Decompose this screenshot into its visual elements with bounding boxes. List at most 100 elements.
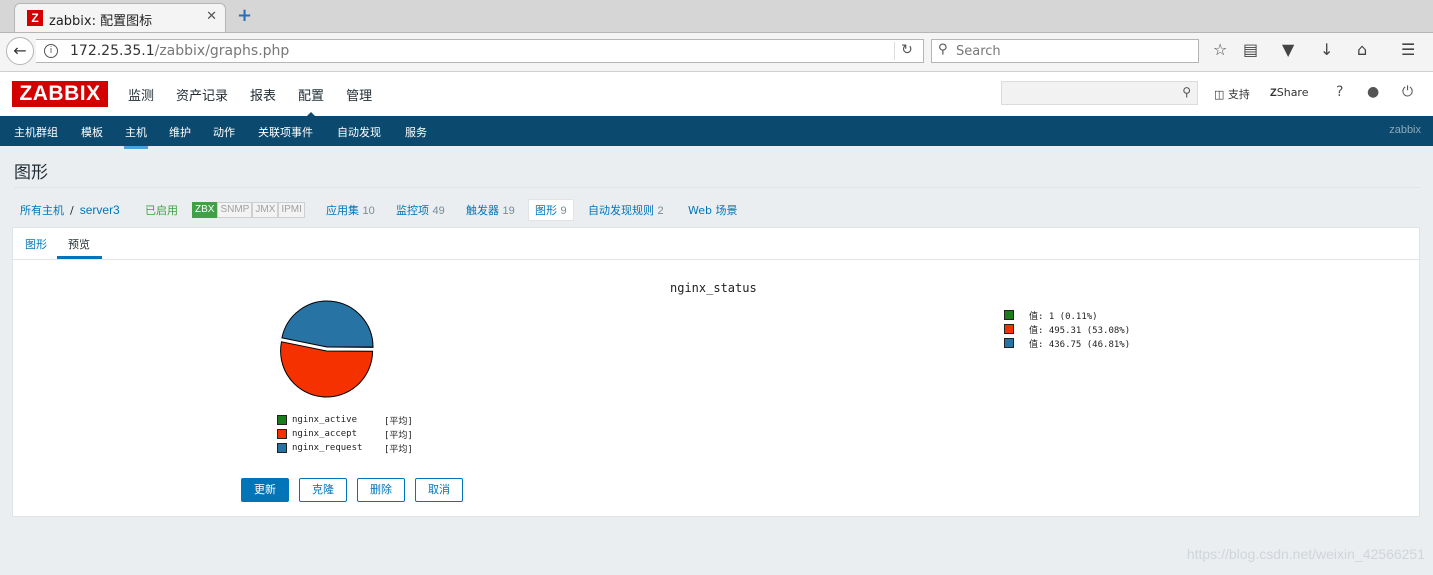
title-divider xyxy=(14,187,1420,188)
url-host: 172.25.35.1 xyxy=(70,43,155,59)
subnav-templates[interactable]: 模板 xyxy=(81,124,103,140)
subnav-host-groups[interactable]: 主机群组 xyxy=(14,124,58,140)
tab-preview[interactable]: 预览 xyxy=(68,236,90,252)
value-text: 值: 1 (0.11%) xyxy=(1029,311,1098,322)
availability-snmp: SNMP xyxy=(217,202,253,218)
tab-title: zabbix: 配置图标 xyxy=(49,14,153,29)
url-path: /zabbix/graphs.php xyxy=(154,43,290,59)
tab-graph[interactable]: 图形 xyxy=(25,236,47,252)
breadcrumb: 所有主机 / server3 xyxy=(20,202,120,218)
subnav-maintenance[interactable]: 维护 xyxy=(169,124,191,140)
clone-button[interactable]: 克隆 xyxy=(299,478,347,502)
share-label: Share xyxy=(1276,86,1309,99)
legend-swatch-request xyxy=(277,443,287,453)
pocket-icon[interactable]: ▼ xyxy=(1282,40,1294,59)
browser-search-input[interactable]: ⚲ Search xyxy=(931,39,1199,63)
link-count: 2 xyxy=(657,205,664,217)
legend-name: nginx_request xyxy=(292,443,363,453)
active-tab-indicator xyxy=(57,256,102,259)
value-swatch-accept xyxy=(1004,324,1014,334)
cancel-button[interactable]: 取消 xyxy=(415,478,463,502)
link-count: 9 xyxy=(560,205,567,217)
menu-monitoring[interactable]: 监测 xyxy=(128,85,154,104)
legend-item: nginx_accept [平均] xyxy=(277,427,413,441)
availability-ipmi: IPMI xyxy=(278,202,305,218)
breadcrumb-all-hosts[interactable]: 所有主机 xyxy=(20,204,64,217)
link-label: 触发器 xyxy=(466,204,499,217)
form-buttons: 更新 克隆 删除 取消 xyxy=(241,478,473,502)
value-item: 值: 495.31 (53.08%) xyxy=(1004,322,1130,336)
bookmark-star-icon[interactable]: ☆ xyxy=(1213,40,1227,59)
breadcrumb-host[interactable]: server3 xyxy=(80,203,120,217)
sub-navigation: 主机群组 模板 主机 维护 动作 关联项事件 自动发现 服务 zabbix xyxy=(0,116,1433,149)
pie-slice-nginx-request xyxy=(281,300,374,348)
browser-nav-bar: ← i 172.25.35.1/zabbix/graphs.php ↻ ⚲ Se… xyxy=(0,33,1433,72)
subnav-actions[interactable]: 动作 xyxy=(213,124,235,140)
legend-swatch-active xyxy=(277,415,287,425)
menu-reports[interactable]: 报表 xyxy=(250,85,276,104)
user-profile-icon[interactable]: ● xyxy=(1367,84,1379,100)
value-legend: 值: 1 (0.11%) 值: 495.31 (53.08%) 值: 436.7… xyxy=(1004,308,1130,350)
link-label: Web 场景 xyxy=(688,204,738,217)
legend-agg: [平均] xyxy=(384,444,413,455)
menu-configuration[interactable]: 配置 xyxy=(298,85,324,118)
link-graphs[interactable]: 图形 9 xyxy=(528,199,574,221)
link-label: 监控项 xyxy=(396,204,429,217)
download-icon[interactable]: ↓ xyxy=(1320,40,1333,59)
help-icon[interactable]: ? xyxy=(1336,84,1343,100)
pie-slice-nginx-accept xyxy=(280,341,374,398)
update-button[interactable]: 更新 xyxy=(241,478,289,502)
link-applications[interactable]: 应用集 10 xyxy=(326,202,375,218)
chart-title: nginx_status xyxy=(670,281,757,295)
value-swatch-active xyxy=(1004,310,1014,320)
zabbix-logo[interactable]: ZABBIX xyxy=(12,81,108,107)
value-text: 值: 495.31 (53.08%) xyxy=(1029,325,1131,336)
menu-inventory[interactable]: 资产记录 xyxy=(176,85,228,104)
zabbix-header: ZABBIX 监测 资产记录 报表 配置 管理 ⚲ ◫ 支持 ZShare ? … xyxy=(0,72,1433,118)
link-label: 应用集 xyxy=(326,204,359,217)
value-swatch-request xyxy=(1004,338,1014,348)
url-text[interactable]: 172.25.35.1/zabbix/graphs.php xyxy=(70,43,289,59)
availability-zbx: ZBX xyxy=(192,202,218,218)
search-icon: ⚲ xyxy=(938,42,948,57)
legend-agg: [平均] xyxy=(384,416,413,427)
global-search-input[interactable]: ⚲ xyxy=(1001,81,1198,105)
link-web-scenarios[interactable]: Web 场景 xyxy=(688,202,737,218)
subnav-hosts[interactable]: 主机 xyxy=(124,124,148,149)
info-icon[interactable]: i xyxy=(44,44,58,58)
link-items[interactable]: 监控项 49 xyxy=(396,202,445,218)
search-placeholder: Search xyxy=(956,44,1001,59)
close-tab-icon[interactable]: ✕ xyxy=(206,9,217,24)
subnav-discovery[interactable]: 自动发现 xyxy=(337,124,381,140)
support-link[interactable]: ◫ 支持 xyxy=(1214,86,1250,102)
search-icon[interactable]: ⚲ xyxy=(1182,85,1191,99)
browser-tab-bar: Z zabbix: 配置图标 ✕ + xyxy=(0,0,1433,33)
menu-administration[interactable]: 管理 xyxy=(346,85,372,104)
url-bar[interactable]: i 172.25.35.1/zabbix/graphs.php ↻ xyxy=(36,39,924,63)
link-discovery-rules[interactable]: 自动发现规则 2 xyxy=(588,202,664,218)
back-arrow-icon[interactable]: ← xyxy=(6,37,34,65)
delete-button[interactable]: 删除 xyxy=(357,478,405,502)
subnav-event-correlation[interactable]: 关联项事件 xyxy=(258,124,313,140)
legend-item: nginx_request [平均] xyxy=(277,441,413,455)
reading-list-icon[interactable]: ▤ xyxy=(1243,40,1258,59)
availability-indicators: ZBX SNMP JMX IPMI xyxy=(192,202,305,218)
share-link[interactable]: ZShare xyxy=(1270,86,1308,99)
panel-tabs: 图形 预览 xyxy=(13,228,1419,260)
legend-swatch-accept xyxy=(277,429,287,439)
headset-icon: ◫ xyxy=(1214,88,1225,101)
browser-tab[interactable]: Z zabbix: 配置图标 ✕ xyxy=(14,3,226,32)
link-triggers[interactable]: 触发器 19 xyxy=(466,202,515,218)
legend-agg: [平均] xyxy=(384,430,413,441)
host-status-badge[interactable]: 已启用 xyxy=(145,202,178,218)
value-text: 值: 436.75 (46.81%) xyxy=(1029,339,1131,350)
sign-out-icon[interactable]: ⏻ xyxy=(1402,84,1413,100)
link-label: 图形 xyxy=(535,204,557,217)
new-tab-icon[interactable]: + xyxy=(237,5,252,26)
share-z-icon: Z xyxy=(1270,87,1277,99)
hamburger-menu-icon[interactable]: ☰ xyxy=(1401,40,1415,59)
reload-icon[interactable]: ↻ xyxy=(894,42,919,60)
home-icon[interactable]: ⌂ xyxy=(1357,40,1367,59)
subnav-services[interactable]: 服务 xyxy=(405,124,427,140)
legend-name: nginx_active xyxy=(292,415,358,425)
